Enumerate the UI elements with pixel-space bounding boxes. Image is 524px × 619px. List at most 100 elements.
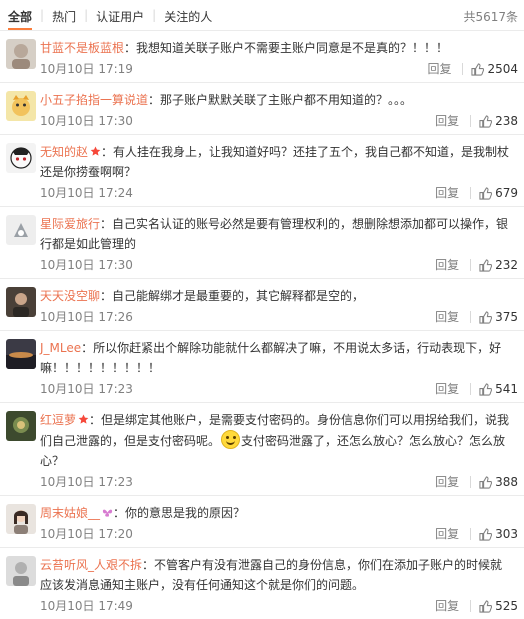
like-button[interactable]: 541 — [479, 378, 518, 400]
reply-button[interactable]: 回复 — [435, 254, 459, 276]
like-count: 375 — [495, 310, 518, 324]
reply-button[interactable]: 回复 — [435, 110, 459, 132]
username-link[interactable]: J_MLee — [40, 341, 81, 355]
thumbs-up-icon — [471, 62, 485, 76]
avatar[interactable] — [6, 339, 36, 369]
comment-item: 无知的赵 ：有人挂在我身上，让我知道好吗？还挂了五个，我自己都不知道，是我制杖还是… — [0, 134, 524, 206]
tab-separator: | — [40, 8, 45, 22]
comment-item: 星际爱旅行：自己实名认证的账号必然是要有管理权利的，想删除想添加都可以操作，银行… — [0, 206, 524, 278]
comment-text: 红逗萝 ：但是绑定其他账户，是需要支付密码的。身份信息你们可以用拐给我们，说我们自… — [40, 413, 510, 468]
tab-separator: | — [152, 8, 157, 22]
like-count: 238 — [495, 114, 518, 128]
like-count: 232 — [495, 258, 518, 272]
comment-item: 天天没空聊：自己能解绑才是最重要的，其它解释都是空的， 10月10日 17:26… — [0, 278, 524, 330]
username-link[interactable]: 红逗萝 — [40, 413, 76, 427]
divider — [470, 259, 472, 271]
like-button[interactable]: 525 — [479, 595, 518, 617]
like-button[interactable]: 303 — [479, 523, 518, 545]
divider — [470, 115, 472, 127]
thumbs-up-icon — [479, 599, 493, 613]
like-count: 525 — [495, 599, 518, 613]
username-link[interactable]: 天天没空聊 — [40, 289, 100, 303]
reply-button[interactable]: 回复 — [435, 595, 459, 617]
like-button[interactable]: 238 — [479, 110, 518, 132]
reply-button[interactable]: 回复 — [435, 523, 459, 545]
comment-actions: 回复 525 — [435, 595, 518, 617]
tab-separator: | — [84, 8, 89, 22]
comment-meta: 10月10日 17:26 回复 375 — [40, 306, 524, 330]
comment-meta: 10月10日 17:24 回复 679 — [40, 182, 524, 206]
like-button[interactable]: 388 — [479, 471, 518, 493]
comment-meta: 10月10日 17:23 回复 388 — [40, 471, 524, 495]
comment-item: 小五子掐指一算说道：那子账户默默关联了主账户都不用知道的？。。。 10月10日 … — [0, 82, 524, 134]
comment-text: 无知的赵 ：有人挂在我身上，让我知道好吗？还挂了五个，我自己都不知道，是我制杖还是… — [40, 145, 510, 179]
avatar[interactable] — [6, 556, 36, 586]
thumbs-up-icon — [479, 258, 493, 272]
avatar[interactable] — [6, 411, 36, 441]
comment-timestamp: 10月10日 17:24 — [40, 186, 133, 200]
comment-timestamp: 10月10日 17:20 — [40, 527, 133, 541]
like-count: 2504 — [487, 62, 518, 76]
comment-timestamp: 10月10日 17:23 — [40, 382, 133, 396]
like-button[interactable]: 679 — [479, 182, 518, 204]
reply-button[interactable]: 回复 — [435, 182, 459, 204]
username-link[interactable]: 星际爱旅行 — [40, 217, 100, 231]
butterfly-icon — [102, 509, 113, 517]
like-button[interactable]: 232 — [479, 254, 518, 276]
avatar[interactable] — [6, 287, 36, 317]
comment-item: 红逗萝 ：但是绑定其他账户，是需要支付密码的。身份信息你们可以用拐给我们，说我们自… — [0, 402, 524, 495]
divider — [470, 600, 472, 612]
username-link[interactable]: 甘蓝不是板蓝根 — [40, 41, 124, 55]
reply-button[interactable]: 回复 — [435, 471, 459, 493]
comment-actions: 回复 303 — [435, 523, 518, 545]
tab-verified-users[interactable]: 认证用户 — [96, 6, 144, 27]
comment-actions: 回复 679 — [435, 182, 518, 204]
comment-item: J_MLee：所以你赶紧出个解除功能就什么都解决了嘛，不用说太多话，行动表现下，… — [0, 330, 524, 402]
like-button[interactable]: 375 — [479, 306, 518, 328]
avatar[interactable] — [6, 39, 36, 69]
thumbs-up-icon — [479, 527, 493, 541]
thumbs-up-icon — [479, 382, 493, 396]
comment-item: 云苔听风_人艰不拆：不管客户有没有泄露自己的身份信息，你们在添加子账户的时候就应… — [0, 547, 524, 619]
divider — [462, 63, 464, 75]
smile-emoji-icon — [221, 430, 241, 449]
comment-actions: 回复 541 — [435, 378, 518, 400]
comment-timestamp: 10月10日 17:49 — [40, 599, 133, 613]
comment-actions: 回复 2504 — [427, 58, 518, 80]
comment-text: 周末姑娘__ ：你的意思是我的原因？ — [40, 506, 246, 520]
avatar[interactable] — [6, 91, 36, 121]
reply-button[interactable]: 回复 — [435, 378, 459, 400]
avatar[interactable] — [6, 143, 36, 173]
reply-button[interactable]: 回复 — [427, 58, 451, 80]
comment-timestamp: 10月10日 17:26 — [40, 310, 133, 324]
comment-text: 甘蓝不是板蓝根：我想知道关联子账户不需要主账户同意是不是真的？！！！ — [40, 41, 449, 55]
comment-item: 周末姑娘__ ：你的意思是我的原因？ 10月10日 17:20 回复 303 — [0, 495, 524, 547]
comment-timestamp: 10月10日 17:19 — [40, 62, 133, 76]
avatar[interactable] — [6, 215, 36, 245]
username-link[interactable]: 云苔听风_人艰不拆 — [40, 558, 142, 572]
divider — [470, 187, 472, 199]
username-link[interactable]: 无知的赵 — [40, 145, 88, 159]
filter-tabs: 全部 | 热门 | 认证用户 | 关注的人 共5617条 — [0, 0, 524, 34]
username-link[interactable]: 周末姑娘__ — [40, 506, 100, 520]
like-count: 541 — [495, 382, 518, 396]
comment-timestamp: 10月10日 17:23 — [40, 475, 133, 489]
tab-hot[interactable]: 热门 — [52, 6, 76, 27]
comment-list: 甘蓝不是板蓝根：我想知道关联子账户不需要主账户同意是不是真的？！！！ 10月10… — [0, 30, 524, 619]
avatar[interactable] — [6, 504, 36, 534]
thumbs-up-icon — [479, 475, 493, 489]
tab-all[interactable]: 全部 — [8, 6, 33, 30]
thumbs-up-icon — [479, 186, 493, 200]
tab-following[interactable]: 关注的人 — [164, 6, 212, 27]
vip-star-icon — [78, 414, 89, 424]
reply-button[interactable]: 回复 — [435, 306, 459, 328]
vip-star-icon — [90, 146, 101, 156]
divider — [470, 476, 472, 488]
username-link[interactable]: 小五子掐指一算说道 — [40, 93, 148, 107]
comment-actions: 回复 388 — [435, 471, 518, 493]
comment-timestamp: 10月10日 17:30 — [40, 258, 133, 272]
comment-meta: 10月10日 17:23 回复 541 — [40, 378, 524, 402]
comment-text: 小五子掐指一算说道：那子账户默默关联了主账户都不用知道的？。。。 — [40, 93, 413, 107]
comment-meta: 10月10日 17:49 回复 525 — [40, 595, 524, 619]
like-button[interactable]: 2504 — [471, 58, 518, 80]
